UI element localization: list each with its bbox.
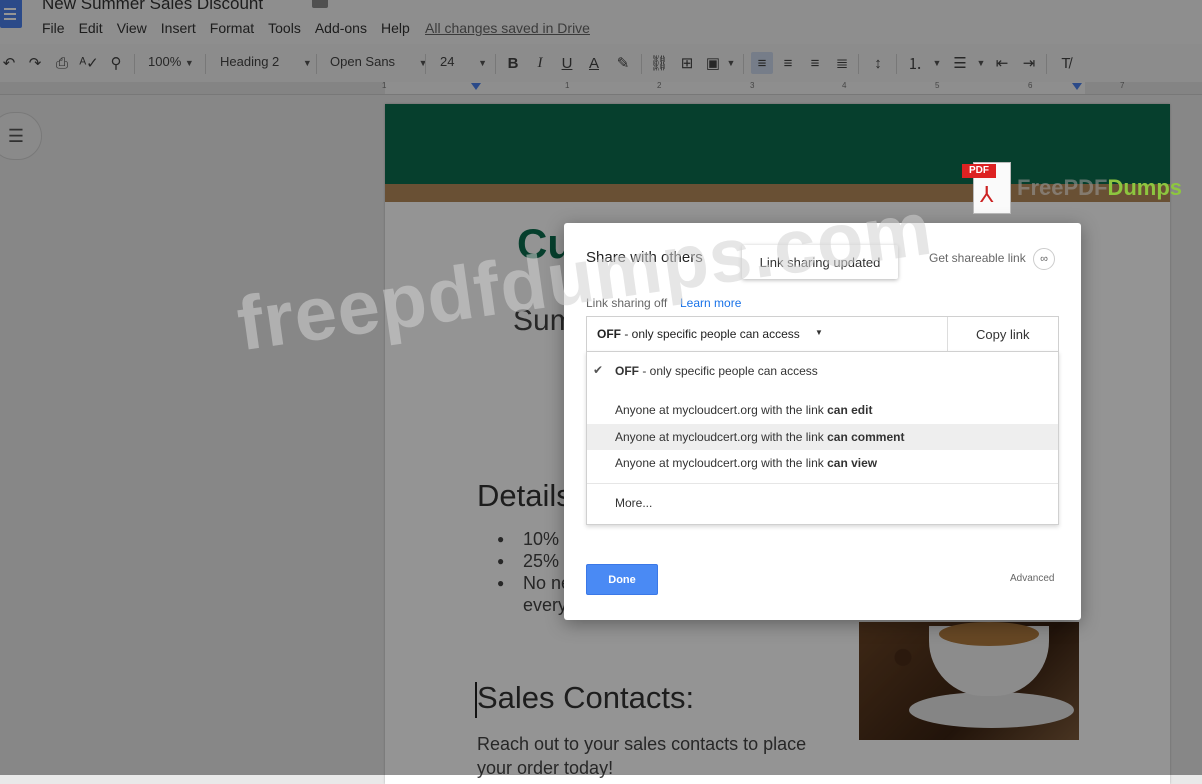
option-text: Anyone at mycloudcert.org with the link [615, 403, 828, 417]
selected-option-bold: OFF [597, 327, 621, 341]
menu-item-can-comment[interactable]: Anyone at mycloudcert.org with the link … [587, 424, 1058, 450]
select-divider [947, 317, 948, 352]
watermark-brand-suffix: Dumps [1107, 175, 1183, 200]
watermark-brand-prefix: FreePDF [1017, 175, 1108, 200]
get-shareable-link[interactable]: Get shareable link [929, 251, 1026, 265]
selected-option-text: - only specific people can access [621, 327, 800, 341]
option-suffix: can view [827, 456, 878, 470]
pdf-logo-icon: PDF ⅄ [962, 162, 1011, 214]
link-sharing-select[interactable]: OFF - only specific people can access ▼ … [586, 316, 1059, 353]
option-text: Anyone at mycloudcert.org with the link [615, 456, 828, 470]
menu-item-can-view[interactable]: Anyone at mycloudcert.org with the link … [587, 450, 1058, 476]
selected-option: OFF - only specific people can access [597, 327, 800, 341]
option-suffix: can edit [827, 403, 873, 417]
link-icon[interactable]: ∞ [1033, 248, 1055, 270]
chevron-down-icon: ▼ [815, 328, 823, 337]
menu-item-can-edit[interactable]: Anyone at mycloudcert.org with the link … [587, 397, 1058, 423]
check-icon: ✔ [593, 363, 604, 377]
sharing-options-menu: ✔ OFF - only specific people can access … [586, 351, 1059, 525]
option-text: Anyone at mycloudcert.org with the link [615, 430, 828, 444]
watermark-brand: FreePDFDumps [1017, 175, 1182, 201]
menu-divider [587, 483, 1058, 484]
menu-item-off[interactable]: ✔ OFF - only specific people can access [587, 358, 1058, 384]
option-prefix: OFF [615, 364, 639, 378]
pdf-tag: PDF [962, 164, 996, 178]
option-suffix: can comment [827, 430, 905, 444]
option-text: More... [615, 496, 653, 510]
advanced-link[interactable]: Advanced [1010, 573, 1054, 584]
done-button[interactable]: Done [586, 564, 658, 595]
copy-link-button[interactable]: Copy link [976, 327, 1029, 342]
option-text: - only specific people can access [639, 364, 818, 378]
menu-item-more[interactable]: More... [587, 490, 1058, 516]
acrobat-icon: ⅄ [980, 182, 994, 207]
